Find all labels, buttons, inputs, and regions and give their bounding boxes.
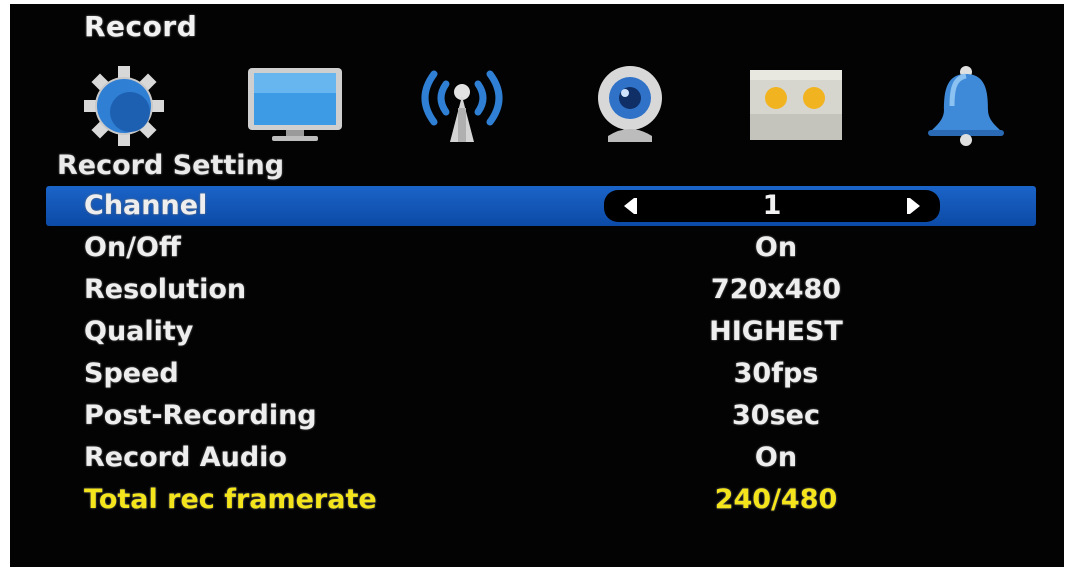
quality-value: HIGHEST xyxy=(709,316,843,347)
speed-value: 30fps xyxy=(733,358,819,389)
bell-icon[interactable] xyxy=(916,62,1016,146)
speed-label: Speed xyxy=(84,358,179,389)
record-audio-label: Record Audio xyxy=(84,442,287,473)
total-rec-framerate-value: 240/480 xyxy=(714,484,838,515)
channel-spinner[interactable]: 1 xyxy=(604,190,940,222)
category-toolbar xyxy=(10,62,1064,146)
gear-icon[interactable] xyxy=(74,62,174,146)
resolution-label: Resolution xyxy=(84,274,247,305)
post-recording-label: Post-Recording xyxy=(84,400,317,431)
post-recording-value: 30sec xyxy=(732,400,820,431)
on-off-value: On xyxy=(754,232,798,263)
setting-row-speed[interactable]: Speed 30fps xyxy=(46,354,1036,394)
record-audio-value: On xyxy=(754,442,798,473)
arrow-left-icon[interactable] xyxy=(614,190,644,222)
quality-label: Quality xyxy=(84,316,194,347)
setting-row-record-audio[interactable]: Record Audio On xyxy=(46,438,1036,478)
on-off-label: On/Off xyxy=(84,232,181,263)
resolution-value: 720x480 xyxy=(710,274,842,305)
total-rec-framerate-label: Total rec framerate xyxy=(84,484,377,515)
storage-device-icon[interactable] xyxy=(744,62,844,146)
dvr-screen: Record Record Setting Channel 1 On/Off O… xyxy=(10,4,1064,567)
network-antenna-icon[interactable] xyxy=(412,62,512,146)
setting-row-channel[interactable]: Channel 1 xyxy=(46,186,1036,226)
setting-row-total-rec-framerate: Total rec framerate 240/480 xyxy=(46,480,1036,520)
channel-value: 1 xyxy=(762,190,782,221)
webcam-icon[interactable] xyxy=(580,62,680,146)
monitor-icon[interactable] xyxy=(246,62,346,146)
setting-row-quality[interactable]: Quality HIGHEST xyxy=(46,312,1036,352)
setting-row-resolution[interactable]: Resolution 720x480 xyxy=(46,270,1036,310)
channel-label: Channel xyxy=(84,190,208,221)
arrow-right-icon[interactable] xyxy=(900,190,930,222)
setting-row-post-recording[interactable]: Post-Recording 30sec xyxy=(46,396,1036,436)
page-title: Record xyxy=(84,10,198,43)
setting-row-on-off[interactable]: On/Off On xyxy=(46,228,1036,268)
section-title: Record Setting xyxy=(57,150,285,181)
